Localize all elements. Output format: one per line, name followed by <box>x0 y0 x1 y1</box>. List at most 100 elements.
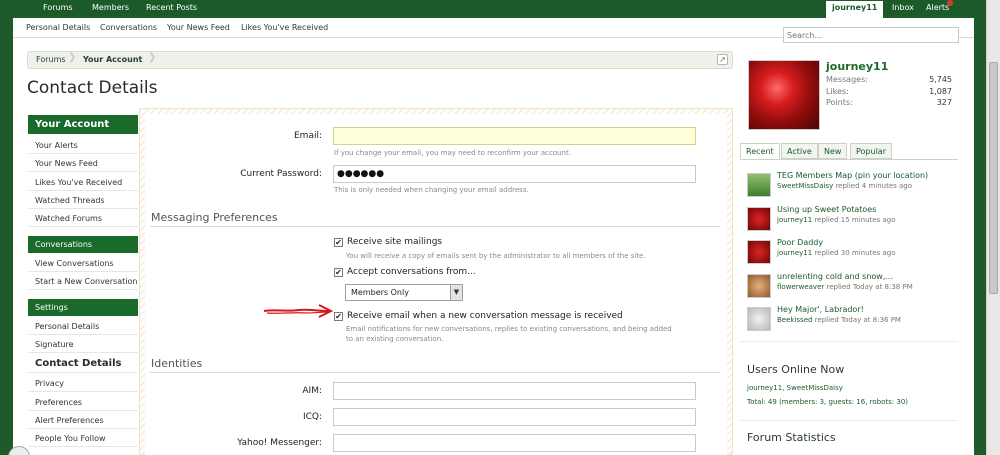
sidebar-item-your-news-feed[interactable]: Your News Feed <box>28 154 138 172</box>
sidebar-item-watched-forums[interactable]: Watched Forums <box>28 209 138 227</box>
thread-user[interactable]: flowerweaver <box>777 283 824 291</box>
icq-label: ICQ: <box>302 412 322 422</box>
thread-user[interactable]: SweetMissDaisy <box>777 182 833 190</box>
online-users-list[interactable]: journey11, SweetMissDaisy <box>747 384 843 392</box>
thread-time: replied Today at 8:38 PM <box>824 283 913 291</box>
expand-icon[interactable]: ↗ <box>717 54 728 65</box>
thread-user[interactable]: Beekissed <box>777 316 812 324</box>
alert-badge <box>947 0 953 6</box>
likes-label: Likes: <box>826 87 849 96</box>
password-label: Current Password: <box>240 169 322 179</box>
page-title: Contact Details <box>27 78 158 98</box>
thread-title[interactable]: TEG Members Map (pin your location) <box>777 171 928 180</box>
tab-active[interactable]: Active <box>781 143 818 159</box>
nav-forums[interactable]: Forums <box>43 3 73 12</box>
breadcrumb-forums[interactable]: Forums <box>36 55 66 64</box>
thread-title[interactable]: Hey Major', Labrador! <box>777 305 864 314</box>
sidebar-item-personal-details[interactable]: Personal Details <box>28 317 138 335</box>
sidebar-head-settings[interactable]: Settings <box>28 299 138 316</box>
thread-title[interactable]: Poor Daddy <box>777 238 823 247</box>
thread-avatar[interactable] <box>747 240 771 264</box>
sidebar-item-people-you-follow[interactable]: People You Follow <box>28 429 138 447</box>
subnav-news-feed[interactable]: Your News Feed <box>167 23 230 32</box>
tab-popular[interactable]: Popular <box>850 143 892 159</box>
site-mailings-label[interactable]: Receive site mailings <box>347 237 442 247</box>
points-count: 327 <box>936 98 952 107</box>
breadcrumb-separator-icon: ❯ <box>148 52 157 63</box>
section-divider <box>150 372 720 373</box>
section-divider <box>150 226 720 227</box>
chevron-down-icon[interactable]: ▼ <box>450 285 462 300</box>
sidebar-item-signature[interactable]: Signature <box>28 335 138 353</box>
thread-title[interactable]: unrelenting cold and snow,... <box>777 272 893 281</box>
subnav-personal-details[interactable]: Personal Details <box>26 23 90 32</box>
sidebar-item-start-conversation[interactable]: Start a New Conversation <box>28 272 138 290</box>
page-frame-left <box>0 0 13 455</box>
thread-meta: flowerweaver replied Today at 8:38 PM <box>777 283 913 291</box>
receive-email-label[interactable]: Receive email when a new conversation me… <box>347 311 623 321</box>
taskbar-orb-icon[interactable] <box>8 446 30 455</box>
thread-avatar[interactable] <box>747 207 771 231</box>
sidebar-head-conversations[interactable]: Conversations <box>28 236 138 253</box>
nav-members[interactable]: Members <box>92 3 129 12</box>
identities-heading: Identities <box>151 357 203 370</box>
users-online-heading[interactable]: Users Online Now <box>747 363 844 376</box>
nav-recent-posts[interactable]: Recent Posts <box>146 3 197 12</box>
thread-time: replied 15 minutes ago <box>812 216 896 224</box>
messages-count: 5,745 <box>929 75 952 84</box>
icq-field[interactable] <box>333 408 696 426</box>
thread-meta: SweetMissDaisy replied 4 minutes ago <box>777 182 912 190</box>
tab-divider <box>740 159 958 160</box>
sidebar-item-alert-preferences[interactable]: Alert Preferences <box>28 411 138 429</box>
subnav-conversations[interactable]: Conversations <box>100 23 157 32</box>
yahoo-messenger-label: Yahoo! Messenger: <box>237 438 322 448</box>
tab-recent[interactable]: Recent <box>740 143 780 159</box>
aim-field[interactable] <box>333 382 696 400</box>
thread-avatar[interactable] <box>747 307 771 331</box>
scrollbar-thumb[interactable] <box>989 62 998 294</box>
thread-avatar[interactable] <box>747 173 771 197</box>
sidebar-item-likes-received[interactable]: Likes You've Received <box>28 173 138 191</box>
messages-label: Messages: <box>826 75 868 84</box>
nav-account-user[interactable]: journey11 <box>826 1 884 18</box>
messaging-preferences-heading: Messaging Preferences <box>151 211 278 224</box>
email-hint: If you change your email, you may need t… <box>334 149 571 157</box>
accept-conversations-label[interactable]: Accept conversations from... <box>347 267 476 277</box>
email-label: Email: <box>293 131 322 141</box>
thread-time: replied Today at 8:36 PM <box>812 316 901 324</box>
thread-meta: Beekissed replied Today at 8:36 PM <box>777 316 901 324</box>
subnav-likes-received[interactable]: Likes You've Received <box>241 23 328 32</box>
thread-title[interactable]: Using up Sweet Potatoes <box>777 205 876 214</box>
current-password-field[interactable]: ●●●●●● <box>333 165 696 183</box>
thread-avatar[interactable] <box>747 274 771 298</box>
sidebar-item-preferences[interactable]: Preferences <box>28 393 138 411</box>
breadcrumb-your-account[interactable]: Your Account <box>83 55 142 64</box>
nav-alerts[interactable]: Alerts <box>926 3 949 12</box>
accept-conversations-select[interactable]: Members Only <box>345 284 463 301</box>
forum-statistics-heading[interactable]: Forum Statistics <box>747 431 836 444</box>
thread-time: replied 4 minutes ago <box>833 182 913 190</box>
sidebar-head-your-account[interactable]: Your Account <box>28 115 138 134</box>
thread-user[interactable]: journey11 <box>777 216 812 224</box>
tab-new[interactable]: New <box>818 143 848 159</box>
sidebar-item-privacy[interactable]: Privacy <box>28 374 138 392</box>
receive-email-checkbox[interactable]: ✔ <box>334 312 343 321</box>
thread-meta: journey11 replied 15 minutes ago <box>777 216 896 224</box>
site-mailings-checkbox[interactable]: ✔ <box>334 238 343 247</box>
search-input[interactable] <box>783 27 959 43</box>
yahoo-messenger-field[interactable] <box>333 434 696 452</box>
sidebar-item-view-conversations[interactable]: View Conversations <box>28 254 138 272</box>
profile-username[interactable]: journey11 <box>826 60 888 73</box>
thread-user[interactable]: journey11 <box>777 249 812 257</box>
site-mailings-hint: You will receive a copy of emails sent b… <box>346 252 646 260</box>
sidebar-item-contact-details[interactable]: Contact Details <box>28 355 138 373</box>
nav-inbox[interactable]: Inbox <box>892 3 914 12</box>
email-field[interactable] <box>333 127 696 145</box>
sidebar-item-watched-threads[interactable]: Watched Threads <box>28 191 138 209</box>
likes-count: 1,087 <box>929 87 952 96</box>
section-divider <box>740 341 958 342</box>
accept-conversations-checkbox[interactable]: ✔ <box>334 268 343 277</box>
thread-time: replied 30 minutes ago <box>812 249 896 257</box>
sidebar-item-your-alerts[interactable]: Your Alerts <box>28 136 138 154</box>
avatar[interactable] <box>748 60 820 130</box>
